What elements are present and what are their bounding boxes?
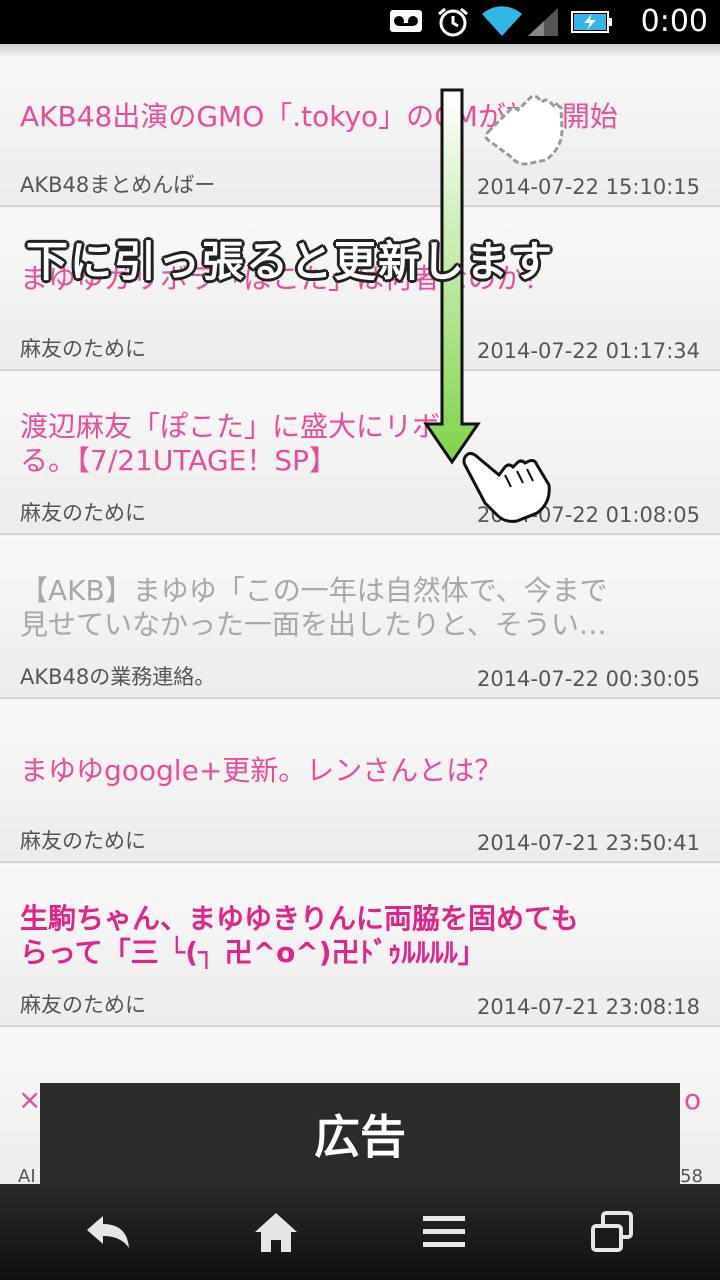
menu-icon [423, 1216, 465, 1247]
pull-to-refresh-hint: 下に引っ張ると更新します [26, 237, 555, 286]
signal-icon [528, 8, 558, 36]
article-title: 渡辺麻友「ぽこた」に盛大にリボ る。【7/21UTAGE！SP】 [20, 410, 441, 477]
article-date: 2014-07-22 15:10:15 [476, 175, 700, 199]
recent-apps-button[interactable] [522, 1184, 702, 1280]
clock: 0:00 [640, 4, 708, 39]
article-title: 生駒ちゃん、まゆゆきりんに両脇を固めても らって「三 └(┐ 卍^o^)卍ﾄﾞｩ… [20, 902, 579, 969]
home-icon [255, 1213, 297, 1252]
article-date: 2014-07-22 00:30:05 [476, 667, 700, 691]
list-item[interactable]: AKB48出演のGMO「.tokyo」のCMが放送開始 AKB48まとめんばー … [0, 44, 720, 207]
home-button[interactable] [186, 1184, 366, 1280]
article-source: 麻友のために [20, 829, 146, 853]
hand-pointer-icon [484, 94, 564, 166]
article-date: 2014-07-22 01:17:34 [476, 339, 700, 363]
wifi-icon [482, 6, 522, 36]
navigation-bar [0, 1184, 720, 1280]
list-item[interactable]: 渡辺麻友「ぽこた」に盛大にリボ る。【7/21UTAGE！SP】 麻友のために … [0, 372, 720, 535]
article-source: AKB48の業務連絡。 [20, 665, 216, 689]
back-button[interactable] [18, 1184, 198, 1280]
hand-pointer-icon [462, 451, 551, 523]
ad-banner[interactable]: 広告 [40, 1083, 680, 1184]
back-icon [87, 1216, 129, 1248]
menu-button[interactable] [354, 1184, 534, 1280]
ad-label: 広告 [314, 1110, 406, 1164]
status-bar: 0:00 [0, 0, 720, 44]
article-title: 【AKB】まゆゆ「この一年は自然体で、今まで 見せていなかった一面を出したりと、… [20, 574, 608, 641]
list-top-shadow [0, 44, 720, 58]
hidden-item-title-fragment: × [18, 1083, 42, 1116]
article-date: 2014-07-21 23:08:18 [476, 995, 700, 1019]
recent-apps-icon [591, 1211, 633, 1252]
list-item[interactable]: まゆゆgoogle+更新。レンさんとは？ 麻友のために 2014-07-21 2… [0, 700, 720, 863]
voicemail-icon [390, 10, 422, 32]
article-source: 麻友のために [20, 337, 146, 361]
article-title: AKB48出演のGMO「.tokyo」のCMが放送開始 [20, 100, 618, 133]
hidden-item-title-fragment: o [684, 1083, 702, 1116]
article-title: まゆゆgoogle+更新。レンさんとは？ [20, 754, 503, 787]
article-date: 2014-07-21 23:50:41 [476, 831, 700, 855]
list-item[interactable]: 生駒ちゃん、まゆゆきりんに両脇を固めても らって「三 └(┐ 卍^o^)卍ﾄﾞｩ… [0, 864, 720, 1027]
battery-charging-icon [571, 11, 612, 33]
list-item[interactable]: 【AKB】まゆゆ「この一年は自然体で、今まで 見せていなかった一面を出したりと、… [0, 536, 720, 699]
article-source: 麻友のために [20, 993, 146, 1017]
article-source: AKB48まとめんばー [20, 173, 216, 197]
alarm-icon [438, 7, 468, 37]
article-source: 麻友のために [20, 501, 146, 525]
